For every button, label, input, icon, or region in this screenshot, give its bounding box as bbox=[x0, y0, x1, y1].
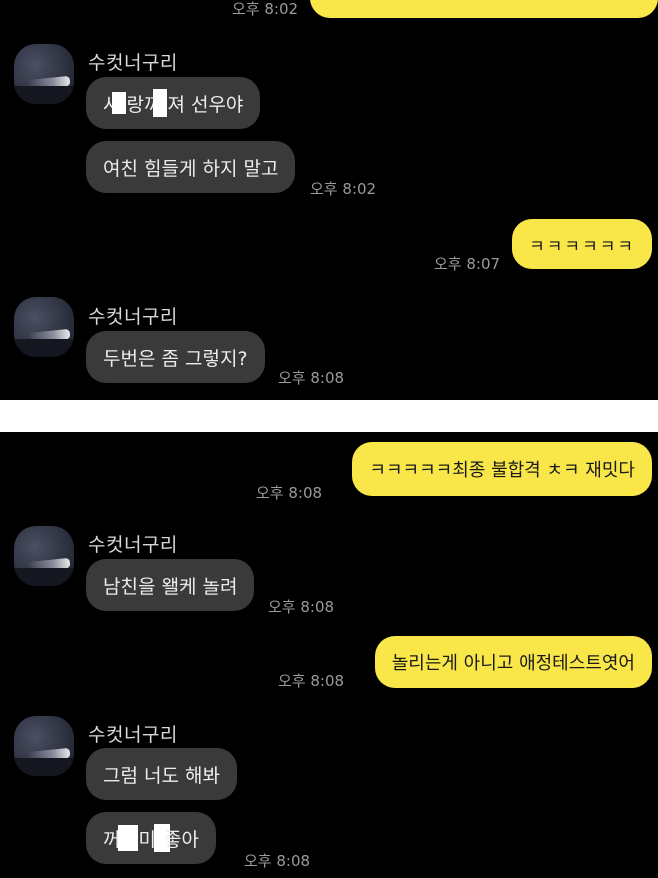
message-text: ㅋㅋㅋㅋㅋㅋ bbox=[529, 236, 635, 257]
incoming-message[interactable]: 여친 힘들게 하지 말고 bbox=[86, 141, 296, 193]
chat-screenshot-bottom: ㅋㅋㅋㅋㅋ최종 불합격 ㅊㅋ 재밋다 오후 8:08 수컷너구리 남친을 왤케 … bbox=[0, 432, 658, 878]
message-time: 오후 8:08 bbox=[244, 852, 311, 870]
message-text: 랑 bbox=[126, 93, 144, 116]
outgoing-message[interactable]: ㅋㅋㅋㅋㅋㅋ bbox=[512, 219, 652, 269]
message-text: 놀리는게 아니고 애정테스트엿어 bbox=[391, 653, 635, 674]
contact-name: 수컷너구리 bbox=[88, 724, 178, 746]
message-text: 여친 힘들게 하지 말고 bbox=[103, 157, 279, 180]
message-text: 좋아 bbox=[163, 828, 199, 851]
contact-name: 수컷너구리 bbox=[88, 52, 178, 74]
contact-avatar[interactable] bbox=[14, 44, 74, 104]
contact-avatar[interactable] bbox=[14, 297, 74, 357]
contact-avatar[interactable] bbox=[14, 716, 74, 776]
censor-mask bbox=[112, 92, 127, 114]
incoming-message[interactable]: 그럼 너도 해봐 bbox=[86, 748, 237, 800]
outgoing-bubble-cropped bbox=[310, 0, 658, 18]
message-time: 오후 8:02 bbox=[232, 0, 299, 18]
outgoing-message[interactable]: ㅋㅋㅋㅋㅋ최종 불합격 ㅊㅋ 재밋다 bbox=[352, 442, 652, 496]
contact-name: 수컷너구리 bbox=[88, 534, 178, 556]
message-time: 오후 8:08 bbox=[256, 484, 323, 502]
message-time: 오후 8:08 bbox=[268, 598, 335, 616]
incoming-message[interactable]: 사랑 꺼져 선우야 bbox=[86, 77, 261, 129]
chat-screenshot-top: 오후 8:02 수컷너구리 사랑 꺼져 선우야 여친 힘들게 하지 말고 오후 … bbox=[0, 0, 658, 400]
message-text: ㅋㅋㅋㅋㅋ최종 불합격 ㅊㅋ 재밋다 bbox=[369, 460, 635, 481]
outgoing-message[interactable]: 놀리는게 아니고 애정테스트엿어 bbox=[374, 636, 652, 688]
contact-name: 수컷너구리 bbox=[88, 306, 178, 328]
contact-avatar[interactable] bbox=[14, 526, 74, 586]
censor-mask bbox=[118, 825, 139, 851]
incoming-message[interactable]: 꺼 미 좋아 bbox=[86, 812, 216, 864]
message-text: 져 선우야 bbox=[167, 93, 244, 116]
incoming-message[interactable]: 남친을 왤케 놀려 bbox=[86, 559, 255, 611]
censor-mask bbox=[153, 89, 168, 117]
message-text: 두번은 좀 그렇지? bbox=[103, 347, 248, 370]
message-time: 오후 8:07 bbox=[434, 255, 501, 273]
message-time: 오후 8:08 bbox=[278, 369, 345, 387]
message-text: 남친을 왤케 놀려 bbox=[103, 575, 238, 598]
message-time: 오후 8:02 bbox=[310, 180, 377, 198]
incoming-message[interactable]: 두번은 좀 그렇지? bbox=[86, 331, 265, 383]
message-text: 그럼 너도 해봐 bbox=[103, 764, 220, 787]
message-time: 오후 8:08 bbox=[278, 672, 345, 690]
